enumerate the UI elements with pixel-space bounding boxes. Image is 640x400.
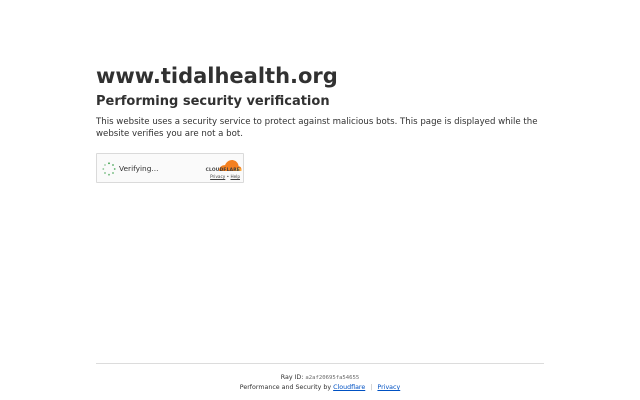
- ray-id-label: Ray ID:: [280, 374, 304, 381]
- site-domain: www.tidalhealth.org: [96, 64, 338, 88]
- ray-id-line: Ray ID: a2af20695fa54655: [96, 373, 544, 383]
- performance-line: Performance and Security by Cloudflare |…: [96, 383, 544, 392]
- footer-separator: |: [370, 384, 373, 391]
- main-content: www.tidalhealth.org Performing security …: [96, 62, 546, 140]
- verifying-status: Verifying...: [119, 164, 159, 173]
- spinner-icon: [102, 162, 116, 176]
- verification-page: www.tidalhealth.org Performing security …: [0, 0, 640, 400]
- performance-text: Performance and Security by: [239, 384, 332, 391]
- ray-id-value: a2af20695fa54655: [305, 375, 360, 381]
- cloudflare-link[interactable]: Cloudflare: [333, 384, 365, 391]
- footer-privacy-link[interactable]: Privacy: [377, 384, 400, 391]
- page-description: This website uses a security service to …: [96, 117, 538, 139]
- widget-privacy-link[interactable]: Privacy: [210, 174, 225, 179]
- widget-help-link[interactable]: Help: [230, 174, 240, 179]
- page-heading: Performing security verification: [96, 94, 330, 109]
- widget-links: Privacy • Help: [210, 174, 240, 180]
- widget-link-separator: •: [226, 174, 230, 179]
- turnstile-widget[interactable]: Verifying... CLOUDFLARE Privacy • Help: [96, 153, 244, 183]
- footer-divider: [96, 363, 544, 364]
